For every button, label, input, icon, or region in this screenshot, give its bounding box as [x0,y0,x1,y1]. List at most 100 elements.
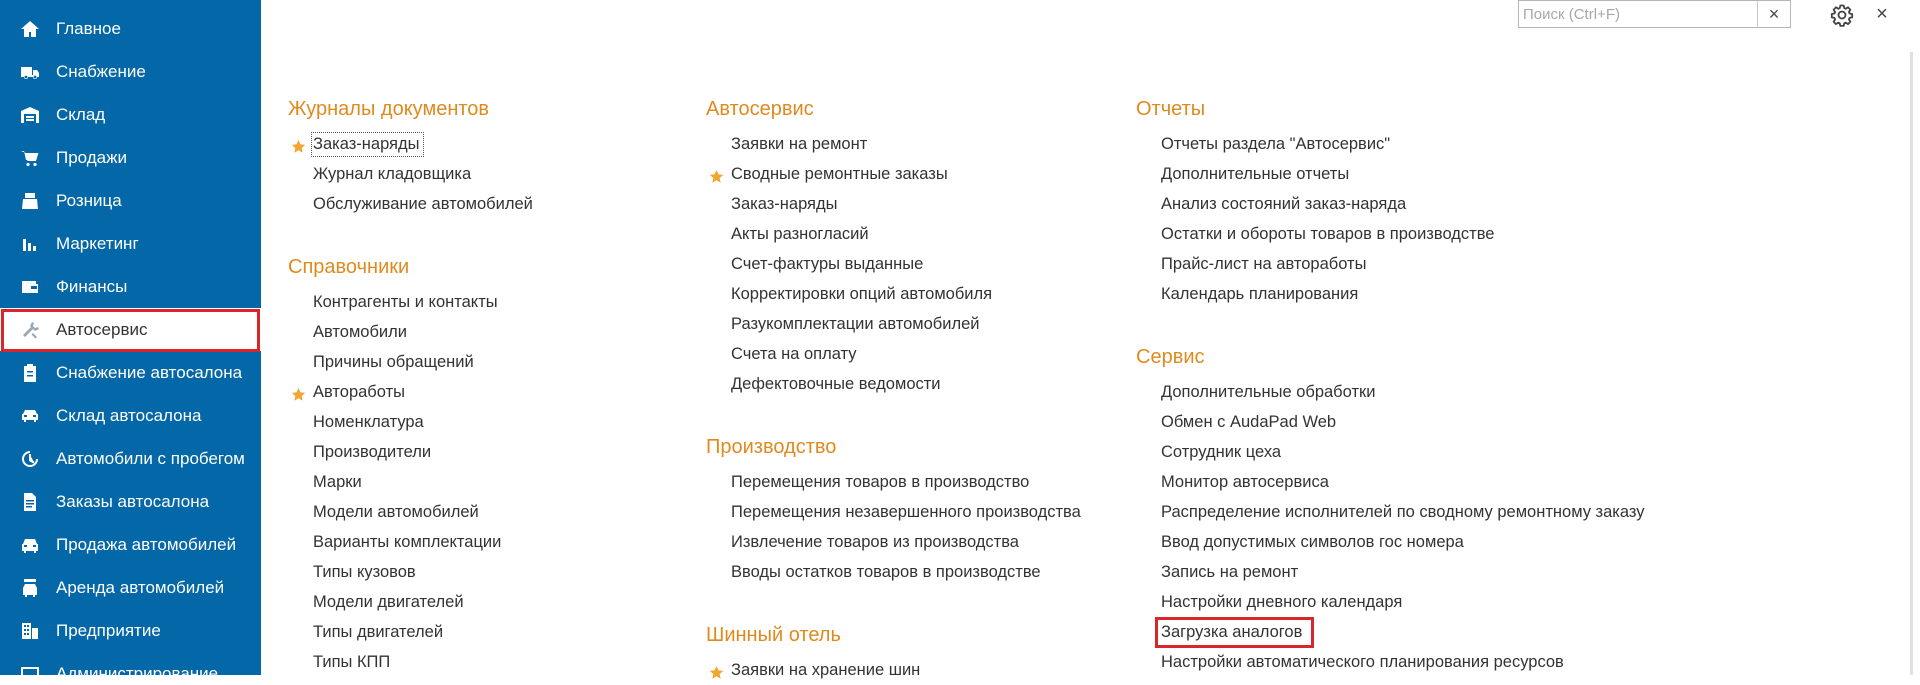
sidebar-item-label: Главное [56,18,121,38]
section-link[interactable]: Номенклатура [313,413,424,432]
section-link[interactable]: Дефектовочные ведомости [731,375,941,394]
favorite-star-icon[interactable] [291,139,306,154]
sidebar-item-5[interactable]: Розница [0,179,261,222]
sidebar-item-label: Маркетинг [56,233,139,253]
sidebar-item-8[interactable]: Автосервис [0,308,261,351]
section-link[interactable]: Обслуживание автомобилей [313,195,533,214]
section-link[interactable]: Типы кузовов [313,563,416,582]
sidebar-item-3[interactable]: Склад [0,93,261,136]
section-link[interactable]: Модели автомобилей [313,503,479,522]
section-link[interactable]: Производители [313,443,431,462]
sidebar-item-label: Продажи [56,147,127,167]
section-link[interactable]: Счет-фактуры выданные [731,255,923,274]
section-link[interactable]: Перемещения товаров в производство [731,473,1029,492]
sidebar-item-label: Розница [56,190,122,210]
sidebar-item-label: Предприятие [56,620,161,640]
section-link[interactable]: Загрузка аналогов [1161,623,1302,642]
sidebar-item-11[interactable]: Автомобили с пробегом [0,437,261,480]
section-title: Шинный отель [706,624,841,646]
section-link[interactable]: Журнал кладовщика [313,165,471,184]
document-icon [19,491,41,513]
section-link[interactable]: Разукомплектации автомобилей [731,315,980,334]
sidebar-item-15[interactable]: Предприятие [0,609,261,652]
section-link[interactable]: Дополнительные отчеты [1161,165,1349,184]
section-title: Журналы документов [288,98,490,120]
section-link[interactable]: Настройки автоматического планирования р… [1161,653,1564,672]
sidebar-item-9[interactable]: Снабжение автосалона [0,351,261,394]
section-link[interactable]: Варианты комплектации [313,533,501,552]
sidebar-item-6[interactable]: Маркетинг [0,222,261,265]
sidebar-item-4[interactable]: Продажи [0,136,261,179]
section-link[interactable]: Дополнительные обработки [1161,383,1375,402]
section-link[interactable]: Контрагенты и контакты [313,293,498,312]
section-link[interactable]: Монитор автосервиса [1161,473,1329,492]
section-title: Производство [706,436,837,458]
section-link[interactable]: Вводы остатков товаров в производстве [731,563,1041,582]
sidebar-item-7[interactable]: Финансы [0,265,261,308]
section-title: Отчеты [1136,98,1206,120]
section-link[interactable]: Марки [313,473,362,492]
close-button[interactable]: × [1872,2,1892,26]
section-link[interactable]: Перемещения незавершенного производства [731,503,1081,522]
favorite-star-icon[interactable] [709,169,724,184]
section-link[interactable]: Заявки на хранение шин [731,661,920,680]
sidebar-item-12[interactable]: Заказы автосалона [0,480,261,523]
section-link[interactable]: Корректировки опций автомобиля [731,285,992,304]
section-link[interactable]: Модели двигателей [313,593,464,612]
sidebar-item-label: Автомобили с пробегом [56,448,245,468]
cart-icon [19,147,41,169]
search-clear-button[interactable]: × [1757,1,1790,27]
sidebar-item-2[interactable]: Снабжение [0,50,261,93]
section-link[interactable]: Сводные ремонтные заказы [731,165,948,184]
favorite-star-icon[interactable] [291,387,306,402]
section-link[interactable]: Календарь планирования [1161,285,1358,304]
section-link[interactable]: Типы КПП [313,653,390,672]
sidebar-item-13[interactable]: Продажа автомобилей [0,523,261,566]
search-input[interactable] [1521,1,1757,27]
car-garage-icon [19,405,41,427]
sidebar-item-label: Склад [56,104,106,124]
clipboard-icon [19,362,41,384]
sidebar-item-label: Аренда автомобилей [56,577,225,597]
favorite-star-icon[interactable] [709,665,724,680]
bar-chart-icon [19,233,41,255]
car-key-icon [19,577,41,599]
settings-button[interactable] [1830,3,1854,27]
sidebar-item-label: Администрирование [56,663,219,676]
section-link[interactable]: Типы двигателей [313,623,443,642]
section-link[interactable]: Распределение исполнителей по сводному р… [1161,503,1645,522]
sidebar-item-14[interactable]: Аренда автомобилей [0,566,261,609]
section-link[interactable]: Настройки дневного календаря [1161,593,1402,612]
section-link[interactable]: Извлечение товаров из производства [731,533,1019,552]
section-link[interactable]: Ввод допустимых символов гос номера [1161,533,1464,552]
section-link[interactable]: Заказ-наряды [731,195,837,214]
sidebar-item-label: Заказы автосалона [56,491,210,511]
section-link[interactable]: Сотрудник цеха [1161,443,1281,462]
section-link[interactable]: Отчеты раздела "Автосервис" [1161,135,1390,154]
odometer-icon [19,448,41,470]
home-icon [19,18,41,40]
scrollbar[interactable] [1910,52,1913,675]
section-link[interactable]: Запись на ремонт [1161,563,1298,582]
sidebar-item-10[interactable]: Склад автосалона [0,394,261,437]
section-link[interactable]: Причины обращений [313,353,474,372]
section-link[interactable]: Автоработы [313,383,405,402]
section-title: Сервис [1136,346,1205,368]
section-link[interactable]: Акты разногласий [731,225,869,244]
section-title: Справочники [288,256,410,278]
section-link[interactable]: Прайс-лист на автоработы [1161,255,1366,274]
section-link[interactable]: Заявки на ремонт [731,135,867,154]
sidebar-item-16[interactable]: Администрирование [0,652,261,675]
section-link[interactable]: Анализ состояний заказ-наряда [1161,195,1406,214]
section-link[interactable]: Обмен с AudaPad Web [1161,413,1336,432]
sidebar-item-label: Склад автосалона [56,405,202,425]
sidebar-item-label: Продажа автомобилей [56,534,237,554]
section-link[interactable]: Автомобили [313,323,407,342]
sidebar-item-1[interactable]: Главное [0,7,261,50]
wallet-icon [19,276,41,298]
section-link[interactable]: Остатки и обороты товаров в производстве [1161,225,1494,244]
section-link[interactable]: Заказ-наряды [313,135,419,154]
section-link[interactable]: Счета на оплату [731,345,857,364]
building-icon [19,620,41,642]
register-icon [19,190,41,212]
